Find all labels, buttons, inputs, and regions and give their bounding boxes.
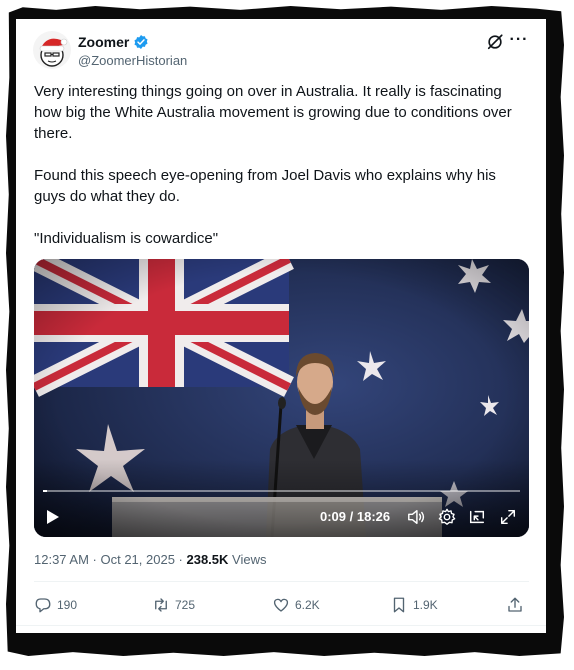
- video-progress-fill: [43, 490, 47, 492]
- views-label: Views: [228, 552, 267, 567]
- reply-button[interactable]: 190: [34, 593, 77, 617]
- tweet-meta: 12:37 AM · Oct 21, 2025 · 238.5K Views: [34, 552, 266, 568]
- video-progress-bar[interactable]: [43, 490, 520, 492]
- tweet-header: Zoomer @ZoomerHistorian ···: [16, 19, 546, 79]
- volume-icon[interactable]: [407, 508, 425, 526]
- bookmark-icon: [393, 597, 405, 613]
- video-player[interactable]: 0:09 / 18:26: [34, 259, 529, 537]
- repost-count: 725: [175, 598, 196, 612]
- picture-in-picture-icon[interactable]: [468, 508, 486, 526]
- grok-icon[interactable]: [486, 33, 504, 51]
- bookmark-count: 1.9K: [413, 598, 438, 612]
- author-name[interactable]: Zoomer: [78, 34, 129, 50]
- heart-icon: [273, 598, 289, 612]
- play-icon[interactable]: [46, 509, 60, 525]
- repost-icon: [155, 598, 167, 612]
- tweet-paragraph: "Individualism is cowardice": [34, 230, 219, 247]
- tweet-card: Zoomer @ZoomerHistorian ··· Very interes…: [16, 19, 546, 633]
- author-handle[interactable]: @ZoomerHistorian: [78, 53, 187, 68]
- settings-gear-icon[interactable]: [438, 508, 456, 526]
- reply-count: 190: [57, 598, 78, 612]
- video-frame-image: [34, 259, 529, 537]
- santa-hat-avatar-icon: [39, 38, 68, 67]
- more-options-icon[interactable]: ···: [508, 31, 530, 49]
- bookmark-button[interactable]: 1.9K: [390, 593, 438, 617]
- bottom-divider: [16, 625, 546, 626]
- author-name-row: Zoomer: [78, 33, 149, 51]
- fullscreen-icon[interactable]: [499, 508, 517, 526]
- repost-button[interactable]: 725: [152, 593, 195, 617]
- tweet-timestamp[interactable]: 12:37 AM · Oct 21, 2025 ·: [34, 552, 186, 567]
- views-count: 238.5K: [186, 552, 229, 567]
- tweet-paragraph: Very interesting things going on over in…: [34, 83, 512, 142]
- divider: [34, 581, 529, 582]
- tweet-body: Very interesting things going on over in…: [34, 81, 530, 249]
- like-button[interactable]: 6.2K: [272, 593, 320, 617]
- reply-icon: [35, 598, 51, 613]
- author-avatar[interactable]: [33, 31, 71, 69]
- tweet-paragraph: Found this speech eye-opening from Joel …: [34, 167, 496, 205]
- share-button[interactable]: [506, 593, 529, 617]
- verified-badge-icon: [134, 35, 148, 49]
- action-bar: 190 725 6.2K 1.9K: [16, 593, 546, 617]
- like-count: 6.2K: [295, 598, 320, 612]
- share-icon: [508, 597, 522, 612]
- video-time-display: 0:09 / 18:26: [320, 509, 391, 524]
